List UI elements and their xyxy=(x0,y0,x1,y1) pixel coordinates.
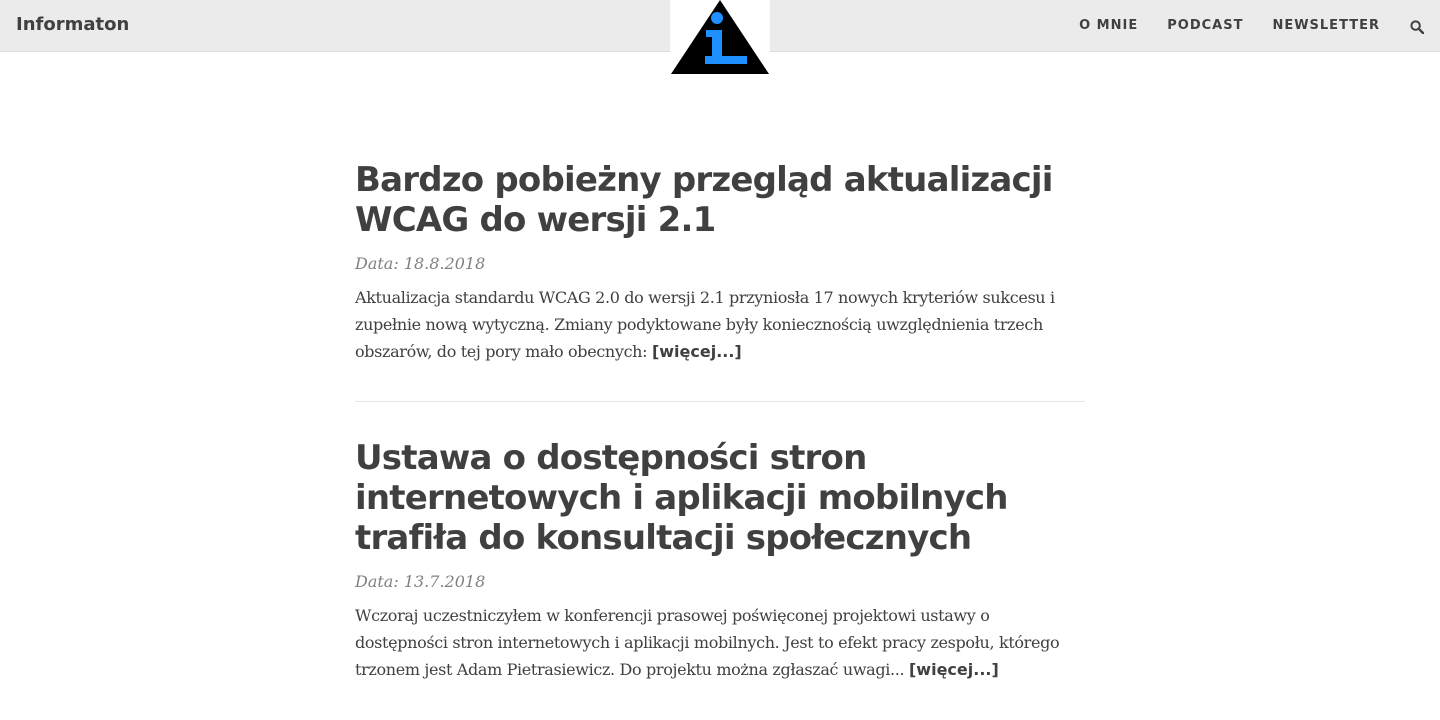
nav-link-about[interactable]: O MNIE xyxy=(1079,18,1138,33)
post-excerpt: Wczoraj uczestniczyłem w konferencji pra… xyxy=(355,602,1085,683)
post-preview: Ustawa o dostępności stron internetowych… xyxy=(355,438,1085,683)
read-more-link[interactable]: [więcej...] xyxy=(909,660,999,679)
logo[interactable] xyxy=(670,0,770,76)
post-excerpt: Aktualizacja standardu WCAG 2.0 do wersj… xyxy=(355,284,1085,365)
nav-link-newsletter[interactable]: NEWSLETTER xyxy=(1272,18,1380,33)
info-triangle-icon xyxy=(671,0,769,74)
post-date: Data: 18.8.2018 xyxy=(355,254,486,273)
post-list: Bardzo pobieżny przegląd aktualizacji WC… xyxy=(355,160,1085,683)
post-preview: Bardzo pobieżny przegląd aktualizacji WC… xyxy=(355,160,1085,365)
post-date: Data: 13.7.2018 xyxy=(355,572,486,591)
brand-link[interactable]: Informaton xyxy=(16,14,129,35)
read-more-link[interactable]: [więcej...] xyxy=(652,342,742,361)
search-icon[interactable] xyxy=(1410,19,1425,34)
nav-links: O MNIE PODCAST NEWSLETTER xyxy=(1050,18,1425,34)
post-title[interactable]: Bardzo pobieżny przegląd aktualizacji WC… xyxy=(355,160,1085,240)
divider xyxy=(355,401,1085,402)
post-title[interactable]: Ustawa o dostępności stron internetowych… xyxy=(355,438,1085,558)
nav-link-podcast[interactable]: PODCAST xyxy=(1167,18,1243,33)
